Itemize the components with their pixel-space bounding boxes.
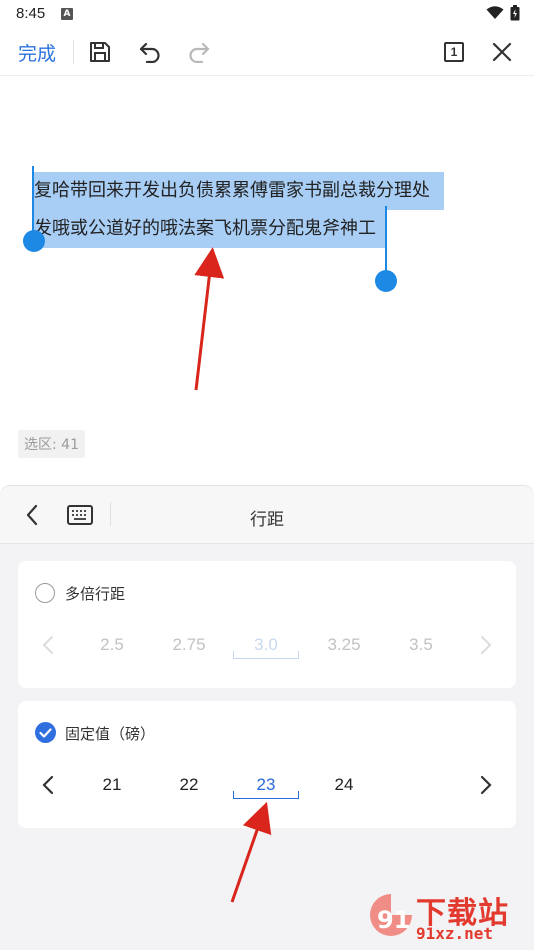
toolbar-divider xyxy=(73,40,74,64)
multiple-spacing-label: 多倍行距 xyxy=(65,585,126,603)
app-notification-icon: A xyxy=(61,8,73,20)
fixed-option[interactable]: 24 xyxy=(309,775,379,795)
panel-title: 行距 xyxy=(250,510,284,530)
svg-text:91: 91 xyxy=(377,906,410,934)
selection-start-handle[interactable] xyxy=(23,230,45,252)
multiple-option[interactable]: 2.5 xyxy=(77,635,147,655)
status-icons xyxy=(486,5,520,21)
multiple-spacing-card: 多倍行距 2.5 2.75 3.0 3.25 3.5 xyxy=(18,561,516,688)
fixed-spacing-label: 固定值（磅） xyxy=(65,725,156,743)
status-time: 8:45 xyxy=(16,5,46,22)
document-area[interactable]: 复哈带回来开发出负债累累傅雷家书副总裁分理处 发哦或公道好的哦法案飞机票分配鬼斧… xyxy=(0,77,534,485)
fixed-spacing-card: 固定值（磅） 21 22 23 24 xyxy=(18,701,516,828)
fixed-option[interactable]: 22 xyxy=(154,775,224,795)
check-icon xyxy=(39,727,52,738)
multiple-option[interactable]: 3.5 xyxy=(386,635,456,655)
chevron-right-icon[interactable] xyxy=(474,770,498,800)
battery-icon xyxy=(510,5,520,21)
editor-toolbar: 完成 1 xyxy=(0,28,534,76)
redo-icon[interactable] xyxy=(185,38,213,66)
selection-end-cursor xyxy=(385,206,387,272)
panel-header: 行距 xyxy=(0,486,534,544)
selected-text-line-2[interactable]: 发哦或公道好的哦法案飞机票分配鬼斧神工 xyxy=(32,210,386,248)
multiple-option[interactable]: 3.25 xyxy=(309,635,379,655)
chevron-left-icon xyxy=(36,630,60,660)
line-spacing-panel: 行距 多倍行距 2.5 2.75 3.0 3.25 3.5 固定值（磅） 21 … xyxy=(0,485,534,950)
selection-count: 选区: 41 xyxy=(18,430,85,458)
multiple-option[interactable]: 2.75 xyxy=(154,635,224,655)
close-icon[interactable] xyxy=(488,38,516,66)
selection-bracket xyxy=(233,791,299,799)
save-icon[interactable] xyxy=(86,38,114,66)
fixed-spacing-check[interactable] xyxy=(35,722,56,743)
fixed-option[interactable]: 21 xyxy=(77,775,147,795)
done-button[interactable]: 完成 xyxy=(18,39,56,66)
watermark-emblem-icon: 91 xyxy=(370,894,412,936)
multiple-spacing-radio[interactable] xyxy=(35,583,55,603)
chevron-right-icon xyxy=(474,630,498,660)
status-bar: 8:45 A xyxy=(0,0,534,28)
selected-text-line-1[interactable]: 复哈带回来开发出负债累累傅雷家书副总裁分理处 xyxy=(32,172,444,210)
page-count-badge: 1 xyxy=(444,42,464,62)
undo-icon[interactable] xyxy=(136,38,164,66)
page-count-button[interactable]: 1 xyxy=(440,38,468,66)
watermark-domain: 91xz.net xyxy=(416,924,494,943)
chevron-left-icon[interactable] xyxy=(36,770,60,800)
selection-bracket xyxy=(233,651,299,659)
wifi-icon xyxy=(486,6,504,19)
selection-start-cursor xyxy=(32,166,34,232)
watermark-logo: 91 下载站 91xz.net xyxy=(368,886,528,946)
selection-end-handle[interactable] xyxy=(375,270,397,292)
